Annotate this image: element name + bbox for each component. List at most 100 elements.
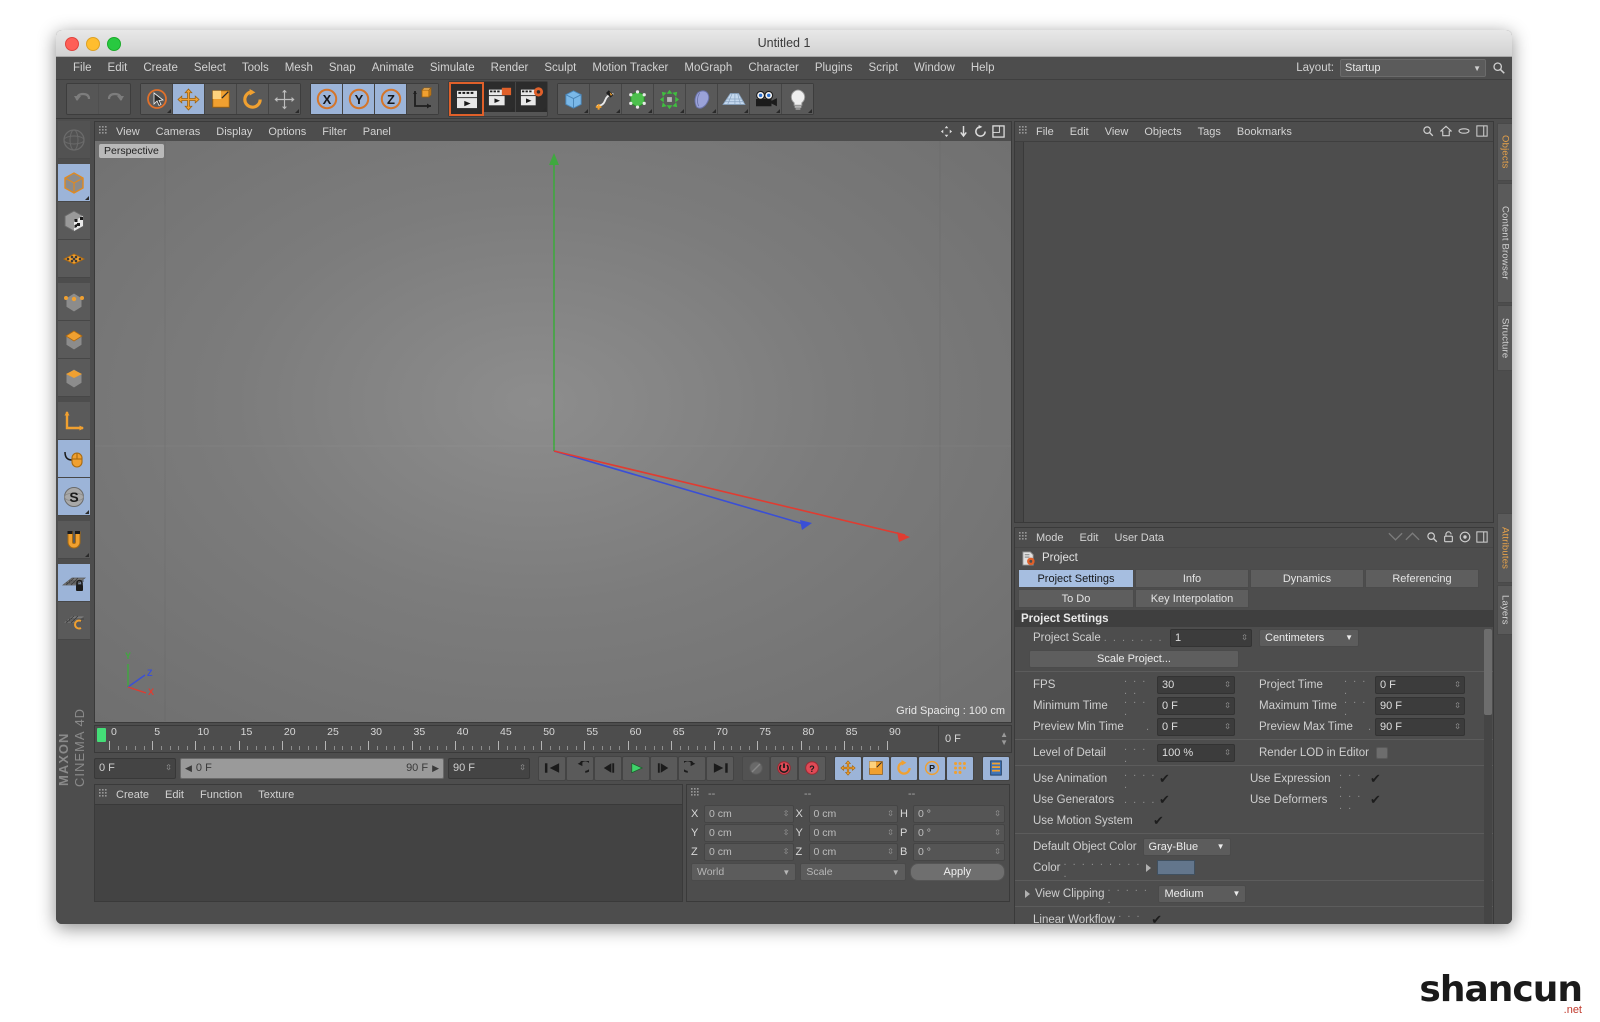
spinner-icon[interactable]: ⇳ [994, 810, 1001, 818]
spinner-icon[interactable]: ⇳ [783, 848, 790, 856]
menu-edit[interactable]: Edit [100, 57, 136, 79]
start-frame-field[interactable]: 0 F ⇳ [94, 758, 176, 779]
menu-animate[interactable]: Animate [364, 57, 422, 79]
spinner-icon[interactable]: ⇳ [887, 848, 894, 856]
tab-info[interactable]: Info [1135, 569, 1249, 588]
record-active-objects-icon[interactable] [742, 756, 770, 781]
workplane-icon[interactable] [58, 602, 90, 640]
spinner-icon[interactable]: ⇳ [783, 810, 790, 818]
object-menu-view[interactable]: View [1097, 126, 1137, 138]
menu-window[interactable]: Window [906, 57, 963, 79]
spinner-icon[interactable]: ⇳ [1454, 702, 1461, 710]
maximize-view-icon[interactable] [992, 125, 1005, 138]
coord-size-z-field[interactable]: 0 cm⇳ [809, 843, 899, 861]
coord-size-x-field[interactable]: 0 cm⇳ [809, 805, 899, 823]
project-time-field[interactable]: 0 F⇳ [1375, 676, 1465, 694]
viewport-menu-panel[interactable]: Panel [355, 126, 399, 138]
coord-rotation-b-field[interactable]: 0 °⇳ [913, 843, 1005, 861]
coordinate-mode-dropdown[interactable]: Scale▼ [800, 863, 905, 881]
go-to-start-icon[interactable] [538, 756, 566, 781]
fps-field[interactable]: 30⇳ [1157, 676, 1235, 694]
edges-mode-icon[interactable] [58, 283, 90, 321]
timeline-ruler[interactable]: 051015202530354045505560657075808590 [95, 726, 938, 752]
light-icon[interactable] [782, 84, 813, 114]
viewport-solo-icon[interactable] [58, 440, 90, 478]
live-selection-icon[interactable] [141, 84, 173, 114]
current-frame-field[interactable]: 0 F ▲▼ [938, 726, 1011, 752]
viewport-menu-display[interactable]: Display [208, 126, 260, 138]
menu-script[interactable]: Script [861, 57, 906, 79]
generator-icon[interactable] [622, 84, 654, 114]
rotate-icon[interactable] [237, 84, 269, 114]
search-icon[interactable] [1492, 61, 1506, 75]
rotate-view-icon[interactable] [974, 125, 987, 138]
coord-position-z-field[interactable]: 0 cm⇳ [704, 843, 794, 861]
spinner-icon[interactable]: ⇳ [165, 764, 172, 772]
spinner-icon[interactable]: ⇳ [994, 848, 1001, 856]
layout-grid-icon[interactable] [1476, 531, 1488, 543]
x-axis-icon[interactable]: X [311, 84, 343, 114]
record-scale-icon[interactable] [862, 756, 890, 781]
render-region-icon[interactable] [484, 82, 516, 112]
object-menu-edit[interactable]: Edit [1062, 126, 1097, 138]
menu-tools[interactable]: Tools [234, 57, 277, 79]
spinner-icon[interactable]: ⇳ [783, 829, 790, 837]
coord-position-y-field[interactable]: 0 cm⇳ [704, 824, 794, 842]
polygons-mode-icon[interactable] [58, 321, 90, 359]
attr-menu-mode[interactable]: Mode [1028, 532, 1072, 544]
spinner-icon[interactable]: ⇳ [519, 764, 526, 772]
material-manager-canvas[interactable] [95, 804, 682, 901]
panel-grip-icon[interactable] [99, 789, 108, 800]
move-alt-icon[interactable] [269, 84, 300, 114]
menu-motion-tracker[interactable]: Motion Tracker [584, 57, 676, 79]
z-axis-icon[interactable]: Z [375, 84, 407, 114]
coordinate-system-dropdown[interactable]: World▼ [691, 863, 796, 881]
y-axis-icon[interactable]: Y [343, 84, 375, 114]
spinner-icon[interactable]: ▲▼ [1000, 731, 1008, 747]
menu-mesh[interactable]: Mesh [277, 57, 321, 79]
tab-key-interpolation[interactable]: Key Interpolation [1135, 589, 1249, 608]
coord-rotation-h-field[interactable]: 0 °⇳ [913, 805, 1005, 823]
points-mode-icon[interactable] [58, 240, 90, 278]
view-clipping-dropdown[interactable]: Medium ▼ [1158, 885, 1246, 903]
menu-select[interactable]: Select [186, 57, 234, 79]
panel-grip-icon[interactable] [1019, 532, 1028, 543]
vtab-objects[interactable]: Objects [1497, 123, 1512, 181]
model-mode-icon[interactable] [58, 164, 90, 202]
scrub-left-arrow-icon[interactable]: ◀ [185, 763, 192, 774]
material-menu-edit[interactable]: Edit [157, 789, 192, 801]
attr-menu-user-data[interactable]: User Data [1107, 532, 1173, 544]
keyframe-selection-icon[interactable]: ? [798, 756, 826, 781]
coord-rotation-p-field[interactable]: 0 °⇳ [913, 824, 1005, 842]
vtab-structure[interactable]: Structure [1497, 305, 1512, 371]
lock-icon[interactable] [1443, 531, 1454, 543]
render-lod-checkbox[interactable] [1376, 747, 1388, 759]
texture-mode-icon[interactable] [58, 202, 90, 240]
target-icon[interactable] [1459, 531, 1471, 543]
object-menu-objects[interactable]: Objects [1136, 126, 1189, 138]
viewport-menu-cameras[interactable]: Cameras [148, 126, 209, 138]
search-icon[interactable] [1426, 531, 1438, 543]
vtab-content-browser[interactable]: Content Browser [1497, 183, 1512, 303]
minimum-time-field[interactable]: 0 F⇳ [1157, 697, 1235, 715]
menu-simulate[interactable]: Simulate [422, 57, 483, 79]
move-icon[interactable] [173, 84, 205, 114]
spinner-icon[interactable]: ⇳ [1241, 634, 1248, 642]
menu-render[interactable]: Render [483, 57, 537, 79]
menu-help[interactable]: Help [963, 57, 1003, 79]
layout-grid-icon[interactable] [1476, 125, 1488, 137]
vtab-attributes[interactable]: Attributes [1497, 513, 1512, 583]
preview-min-time-field[interactable]: 0 F⇳ [1157, 718, 1235, 736]
linear-workflow-checkbox[interactable]: ✔ [1151, 914, 1162, 924]
deformer-icon[interactable] [686, 84, 718, 114]
timeline-scrub-range[interactable]: ◀ 0 F 90 F ▶ [180, 758, 444, 779]
spinner-icon[interactable]: ⇳ [887, 810, 894, 818]
record-parameter-icon[interactable]: P [918, 756, 946, 781]
material-menu-create[interactable]: Create [108, 789, 157, 801]
vtab-layers[interactable]: Layers [1497, 585, 1512, 635]
record-position-icon[interactable] [834, 756, 862, 781]
cube-primitive-icon[interactable] [558, 84, 590, 114]
tab-project-settings[interactable]: Project Settings [1018, 569, 1134, 588]
camera-icon[interactable] [750, 84, 782, 114]
tab-referencing[interactable]: Referencing [1365, 569, 1479, 588]
